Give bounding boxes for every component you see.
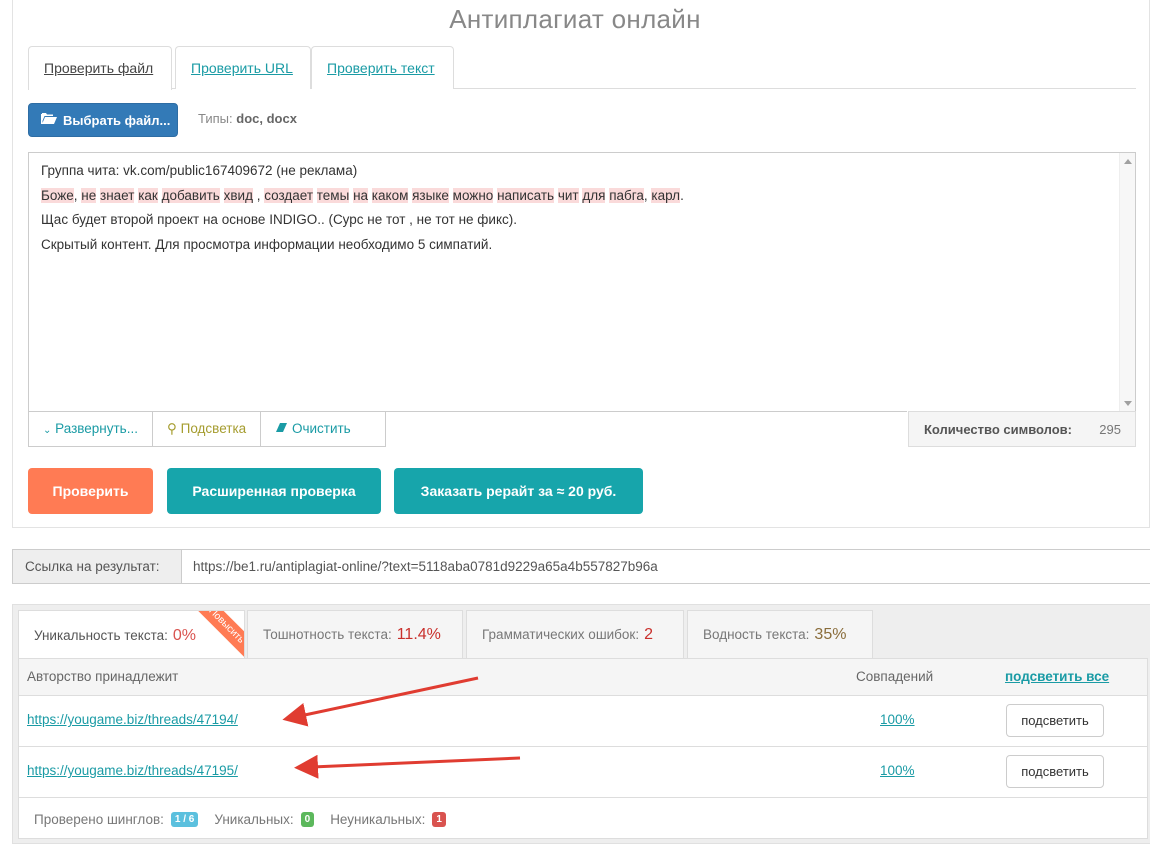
editor-line-3: Щас будет второй проект на основе INDIGO… xyxy=(41,212,517,227)
text-fragment: , xyxy=(73,187,78,203)
highlighted-word: каком xyxy=(371,187,409,203)
highlighted-word: написать xyxy=(497,187,555,203)
sources-table: Авторство принадлежит Совпадений подсвет… xyxy=(18,658,1148,839)
highlighted-word: пабга xyxy=(609,187,644,203)
shingles-summary: Проверено шинглов: 1 / 6 Уникальных: 0 Н… xyxy=(19,799,1147,839)
editor-line-2: Боже, не знает как добавить хвид , созда… xyxy=(41,184,1123,209)
clear-label: Очистить xyxy=(291,421,351,436)
highlighted-word: чит xyxy=(557,187,579,203)
match-percent-link[interactable]: 100% xyxy=(880,763,915,778)
table-row: https://yougame.biz/threads/47195/ 100% … xyxy=(19,747,1147,798)
highlighted-word: Боже xyxy=(41,187,74,203)
highlighted-word: знает xyxy=(100,187,135,203)
tab-grammar[interactable]: Грамматических ошибок: 2 xyxy=(466,610,684,658)
highlighted-word: добавить xyxy=(161,187,220,203)
highlighted-word: можно xyxy=(452,187,494,203)
editor-bottom-border xyxy=(385,411,907,412)
tab-check-file[interactable]: Проверить файл xyxy=(28,46,172,90)
text-fragment: . xyxy=(680,187,684,203)
table-row: https://yougame.biz/threads/47194/ 100% … xyxy=(19,696,1147,747)
source-url-link[interactable]: https://yougame.biz/threads/47195/ xyxy=(27,763,238,778)
editor-content[interactable]: Группа чита: vk.com/public167409672 (не … xyxy=(29,153,1135,263)
tab-wateriness[interactable]: Водность текста: 35% xyxy=(687,610,873,658)
tab-uniqueness[interactable]: Уникальность текста: 0% Повысить xyxy=(18,610,245,660)
nonunique-badge: 1 xyxy=(432,811,446,827)
file-types-value: doc, docx xyxy=(236,111,297,126)
tab-check-url[interactable]: Проверить URL xyxy=(175,46,311,89)
unique-label: Уникальных: xyxy=(214,811,294,827)
scroll-up-arrow-icon[interactable] xyxy=(1124,159,1132,164)
uniqueness-label: Уникальность текста: xyxy=(34,628,168,643)
grammar-label: Грамматических ошибок: xyxy=(482,627,640,642)
source-url-link[interactable]: https://yougame.biz/threads/47194/ xyxy=(27,712,238,727)
choose-file-label: Выбрать файл... xyxy=(63,112,171,128)
highlight-row-button[interactable]: подсветить xyxy=(1006,704,1104,737)
text-fragment: , xyxy=(252,187,265,203)
wateriness-label: Водность текста: xyxy=(703,627,810,642)
grammar-value: 2 xyxy=(644,625,653,643)
highlighted-word: как xyxy=(138,187,158,203)
check-tabs: Проверить файл Проверить URL Проверить т… xyxy=(28,46,1136,90)
wateriness-value: 35% xyxy=(814,625,847,643)
eraser-icon xyxy=(275,421,288,436)
file-types-label: Типы: xyxy=(198,111,233,126)
highlighted-word: темы xyxy=(316,187,350,203)
char-counter: Количество символов: 295 xyxy=(908,411,1136,447)
nausea-label: Тошнотность текста: xyxy=(263,627,392,642)
nonunique-label: Неуникальных: xyxy=(330,811,426,827)
result-link-label: Ссылка на результат: xyxy=(13,550,182,583)
chevron-down-icon: ⌄ xyxy=(43,425,52,436)
order-rewrite-button[interactable]: Заказать рерайт за ≈ 20 руб. xyxy=(394,468,643,514)
unique-badge: 0 xyxy=(300,811,315,827)
text-editor[interactable]: Группа чита: vk.com/public167409672 (не … xyxy=(28,152,1136,412)
expand-label: Развернуть... xyxy=(55,421,138,436)
tab-nausea[interactable]: Тошнотность текста: 11.4% xyxy=(247,610,463,658)
clear-button[interactable]: Очистить xyxy=(261,412,365,446)
col-matches-header: Совпадений xyxy=(856,669,934,684)
char-counter-value: 295 xyxy=(1099,421,1121,437)
choose-file-button[interactable]: Выбрать файл... xyxy=(28,103,178,137)
scroll-down-arrow-icon[interactable] xyxy=(1124,401,1132,406)
highlight-row-button[interactable]: подсветить xyxy=(1006,755,1104,788)
highlighted-word: создает xyxy=(264,187,313,203)
highlighted-word: карл xyxy=(651,187,681,203)
nausea-value: 11.4% xyxy=(396,625,441,643)
highlighted-word: языке xyxy=(412,187,449,203)
folder-open-icon xyxy=(41,112,57,128)
result-link-group: Ссылка на результат: https://be1.ru/anti… xyxy=(12,549,1150,584)
lightbulb-icon: ⚲ xyxy=(166,421,177,436)
highlighted-word: для xyxy=(582,187,606,203)
editor-line-1: Группа чита: vk.com/public167409672 (не … xyxy=(41,163,358,178)
results-panel: Уникальность текста: 0% Повысить Тошнотн… xyxy=(12,604,1150,844)
editor-line-4: Скрытый контент. Для просмотра информаци… xyxy=(41,236,493,252)
highlighted-word: не xyxy=(81,187,97,203)
uniqueness-value: 0% xyxy=(172,626,197,644)
highlight-all-link[interactable]: подсветить все xyxy=(1005,669,1109,684)
highlight-button[interactable]: ⚲ Подсветка xyxy=(153,412,262,446)
result-link-input[interactable]: https://be1.ru/antiplagiat-online/?text=… xyxy=(182,550,1150,583)
highlight-label: Подсветка xyxy=(180,421,247,436)
editor-toolbar: ⌄ Развернуть... ⚲ Подсветка Очистить xyxy=(28,411,386,447)
file-types: Типы: doc, docx xyxy=(198,111,297,126)
page-title: Антиплагиат онлайн xyxy=(449,4,701,34)
tab-check-text[interactable]: Проверить текст xyxy=(311,46,454,89)
match-percent-link[interactable]: 100% xyxy=(880,712,915,727)
shingles-label: Проверено шинглов: xyxy=(34,811,164,827)
improve-ribbon[interactable]: Повысить xyxy=(191,611,244,660)
table-header: Авторство принадлежит Совпадений подсвет… xyxy=(19,659,1147,696)
shingles-badge: 1 / 6 xyxy=(170,811,199,827)
advanced-check-button[interactable]: Расширенная проверка xyxy=(167,468,381,514)
col-author-header: Авторство принадлежит xyxy=(27,669,179,684)
highlighted-word: хвид xyxy=(223,187,253,203)
expand-button[interactable]: ⌄ Развернуть... xyxy=(29,412,153,446)
highlighted-word: на xyxy=(353,187,369,203)
char-counter-label: Количество символов: xyxy=(924,421,1073,437)
check-button[interactable]: Проверить xyxy=(28,468,153,514)
editor-scrollbar[interactable] xyxy=(1119,153,1135,412)
